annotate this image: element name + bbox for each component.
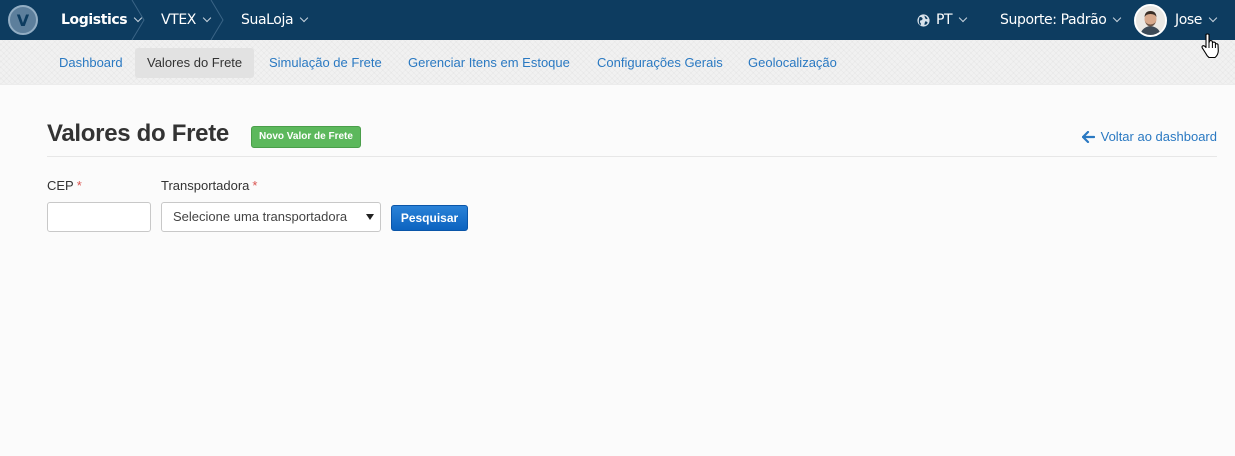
language-selector[interactable]: PT bbox=[917, 0, 968, 40]
required-mark: * bbox=[76, 178, 82, 193]
breadcrumb-label: Logistics bbox=[61, 12, 128, 28]
hand-pointer-icon bbox=[1201, 33, 1219, 59]
tab-gerenciar-itens-em-estoque[interactable]: Gerenciar Itens em Estoque bbox=[396, 48, 582, 78]
breadcrumb-separator bbox=[131, 0, 145, 40]
carrier-select-value: Selecione uma transportadora bbox=[173, 209, 348, 224]
avatar[interactable] bbox=[1134, 4, 1167, 37]
required-mark: * bbox=[252, 178, 258, 193]
chevron-down-icon bbox=[958, 13, 968, 23]
top-navigation-bar: V Logistics VTEX SuaLoja PT Suporte: Pad… bbox=[0, 0, 1235, 40]
arrow-left-icon bbox=[1081, 130, 1095, 143]
cep-input[interactable] bbox=[47, 202, 151, 232]
chevron-down-icon bbox=[1113, 13, 1122, 23]
tab-geolocalizacao[interactable]: Geolocalização bbox=[736, 48, 849, 78]
carrier-select[interactable]: Selecione uma transportadora bbox=[161, 202, 381, 232]
user-name: Jose bbox=[1175, 12, 1203, 28]
header-divider bbox=[47, 156, 1217, 157]
carrier-label-text: Transportadora bbox=[161, 178, 250, 193]
tab-configuracoes-gerais[interactable]: Configurações Gerais bbox=[585, 48, 735, 78]
cep-label: CEP * bbox=[47, 178, 82, 193]
page-title: Valores do Frete bbox=[47, 120, 229, 147]
breadcrumb-vtex[interactable]: VTEX bbox=[161, 0, 212, 40]
support-selector[interactable]: Suporte: Padrão bbox=[1000, 0, 1122, 40]
language-label: PT bbox=[936, 12, 953, 28]
caret-down-icon bbox=[366, 214, 374, 220]
breadcrumb-separator bbox=[210, 0, 224, 40]
tab-valores-do-frete[interactable]: Valores do Frete bbox=[135, 48, 255, 78]
logo-letter: V bbox=[16, 10, 30, 30]
tab-dashboard[interactable]: Dashboard bbox=[47, 48, 135, 78]
chevron-down-icon bbox=[1208, 13, 1218, 23]
support-label: Suporte: Padrão bbox=[1000, 12, 1107, 28]
breadcrumb-sualoja[interactable]: SuaLoja bbox=[241, 0, 309, 40]
globe-icon bbox=[917, 13, 930, 27]
cep-label-text: CEP bbox=[47, 178, 74, 193]
back-to-dashboard-link[interactable]: Voltar ao dashboard bbox=[1081, 129, 1217, 144]
back-link-label: Voltar ao dashboard bbox=[1100, 129, 1217, 144]
breadcrumb-label: VTEX bbox=[161, 12, 196, 28]
carrier-label: Transportadora * bbox=[161, 178, 257, 193]
tab-simulacao-de-frete[interactable]: Simulação de Frete bbox=[257, 48, 394, 78]
new-freight-value-button[interactable]: Novo Valor de Frete bbox=[251, 126, 361, 148]
search-button[interactable]: Pesquisar bbox=[391, 205, 468, 231]
breadcrumb-label: SuaLoja bbox=[241, 12, 294, 28]
breadcrumb-logistics[interactable]: Logistics bbox=[61, 0, 143, 40]
section-tabs: Dashboard Valores do Frete Simulação de … bbox=[0, 40, 1235, 85]
vtex-logo-icon[interactable]: V bbox=[8, 5, 38, 35]
chevron-down-icon bbox=[299, 13, 309, 23]
